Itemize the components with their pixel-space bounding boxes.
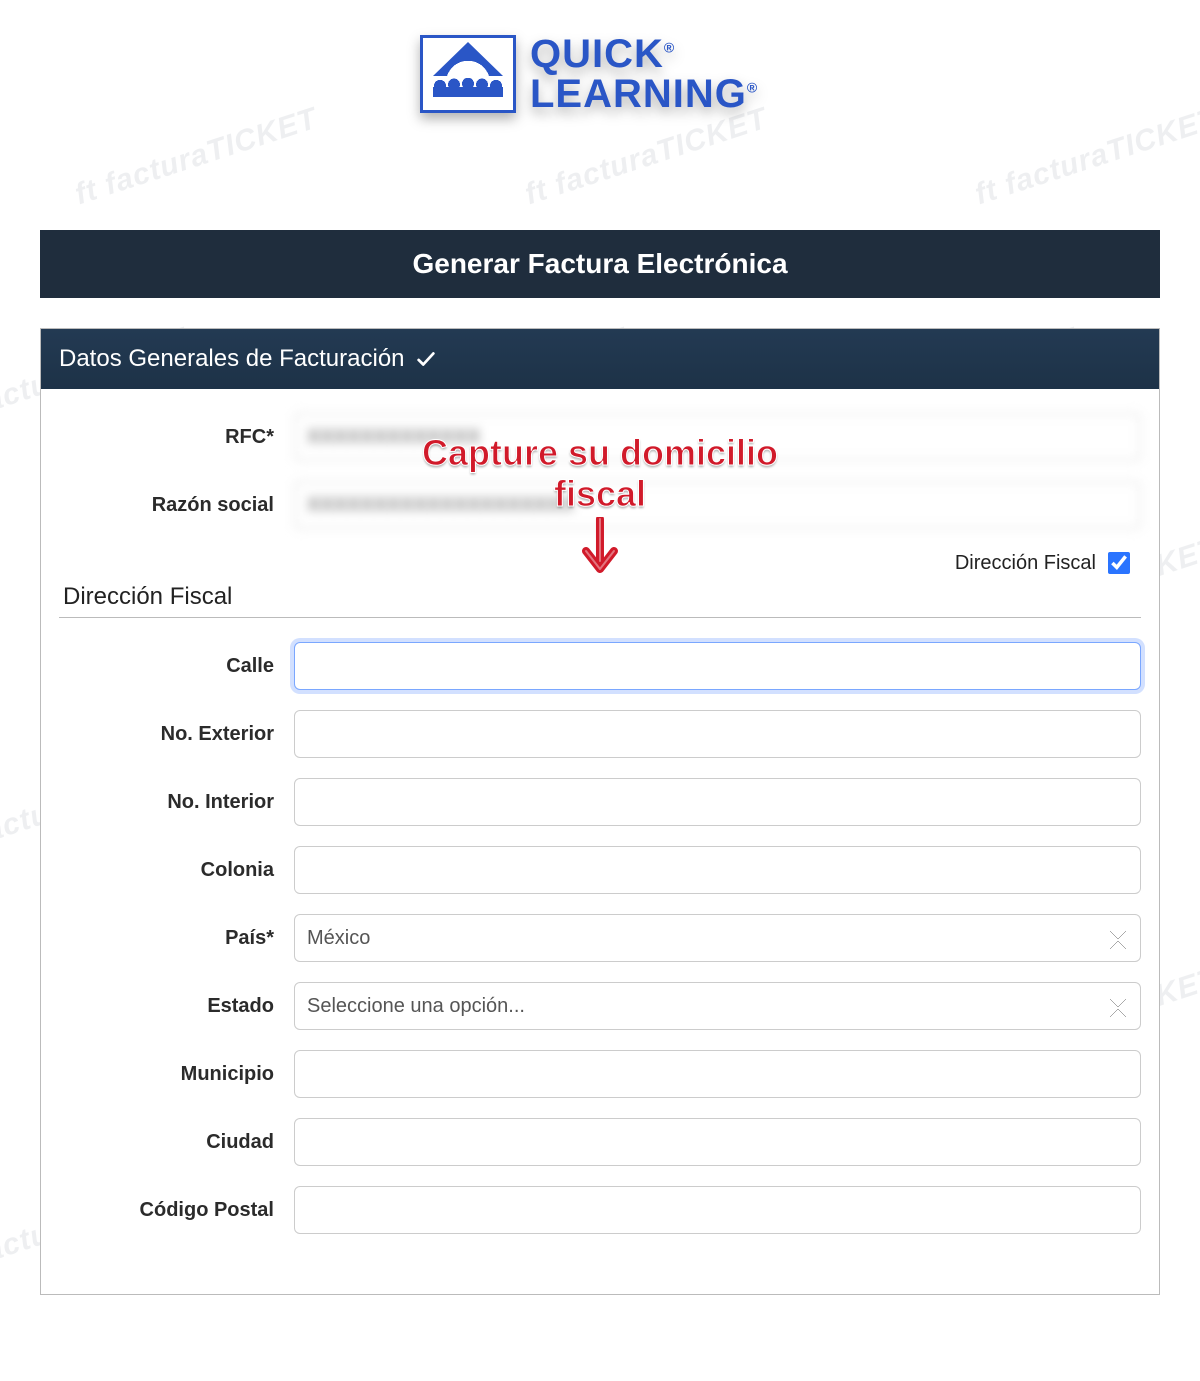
brand-line2: LEARNING bbox=[530, 72, 747, 116]
panel-header: Datos Generales de Facturación bbox=[41, 329, 1159, 389]
rfc-input[interactable] bbox=[294, 413, 1141, 461]
panel-header-text: Datos Generales de Facturación bbox=[59, 345, 405, 373]
estado-label: Estado bbox=[59, 995, 294, 1018]
codigo-postal-input[interactable] bbox=[294, 1186, 1141, 1234]
no-exterior-label: No. Exterior bbox=[59, 723, 294, 746]
brand-logo-text: QUICK® LEARNING® bbox=[530, 34, 758, 114]
page-title: Generar Factura Electrónica bbox=[412, 248, 787, 279]
calle-label: Calle bbox=[59, 655, 294, 678]
razon-social-label: Razón social bbox=[59, 494, 294, 517]
ciudad-input[interactable] bbox=[294, 1118, 1141, 1166]
section-divider bbox=[59, 617, 1141, 618]
direccion-fiscal-toggle-label: Dirección Fiscal bbox=[955, 552, 1096, 575]
brand-logo-mark bbox=[420, 35, 516, 113]
direccion-fiscal-checkbox[interactable] bbox=[1108, 552, 1130, 574]
codigo-postal-label: Código Postal bbox=[59, 1199, 294, 1222]
no-exterior-input[interactable] bbox=[294, 710, 1141, 758]
section-title-direccion-fiscal: Dirección Fiscal bbox=[63, 583, 1141, 611]
brand-line1: QUICK bbox=[530, 32, 664, 76]
colonia-input[interactable] bbox=[294, 846, 1141, 894]
pais-select[interactable]: México bbox=[294, 914, 1141, 962]
estado-select[interactable]: Seleccione una opción... bbox=[294, 982, 1141, 1030]
municipio-label: Municipio bbox=[59, 1063, 294, 1086]
registered-mark: ® bbox=[747, 80, 758, 96]
registered-mark: ® bbox=[664, 40, 675, 56]
municipio-input[interactable] bbox=[294, 1050, 1141, 1098]
pais-label: País* bbox=[59, 927, 294, 950]
rfc-label: RFC* bbox=[59, 426, 294, 449]
page-title-bar: Generar Factura Electrónica bbox=[40, 230, 1160, 298]
ciudad-label: Ciudad bbox=[59, 1131, 294, 1154]
no-interior-input[interactable] bbox=[294, 778, 1141, 826]
calle-input[interactable] bbox=[294, 642, 1141, 690]
no-interior-label: No. Interior bbox=[59, 791, 294, 814]
razon-social-input[interactable] bbox=[294, 481, 1141, 529]
colonia-label: Colonia bbox=[59, 859, 294, 882]
brand-logo: QUICK® LEARNING® bbox=[420, 18, 780, 130]
check-icon bbox=[415, 348, 437, 370]
billing-panel: Datos Generales de Facturación RFC* Razó… bbox=[40, 328, 1160, 1295]
